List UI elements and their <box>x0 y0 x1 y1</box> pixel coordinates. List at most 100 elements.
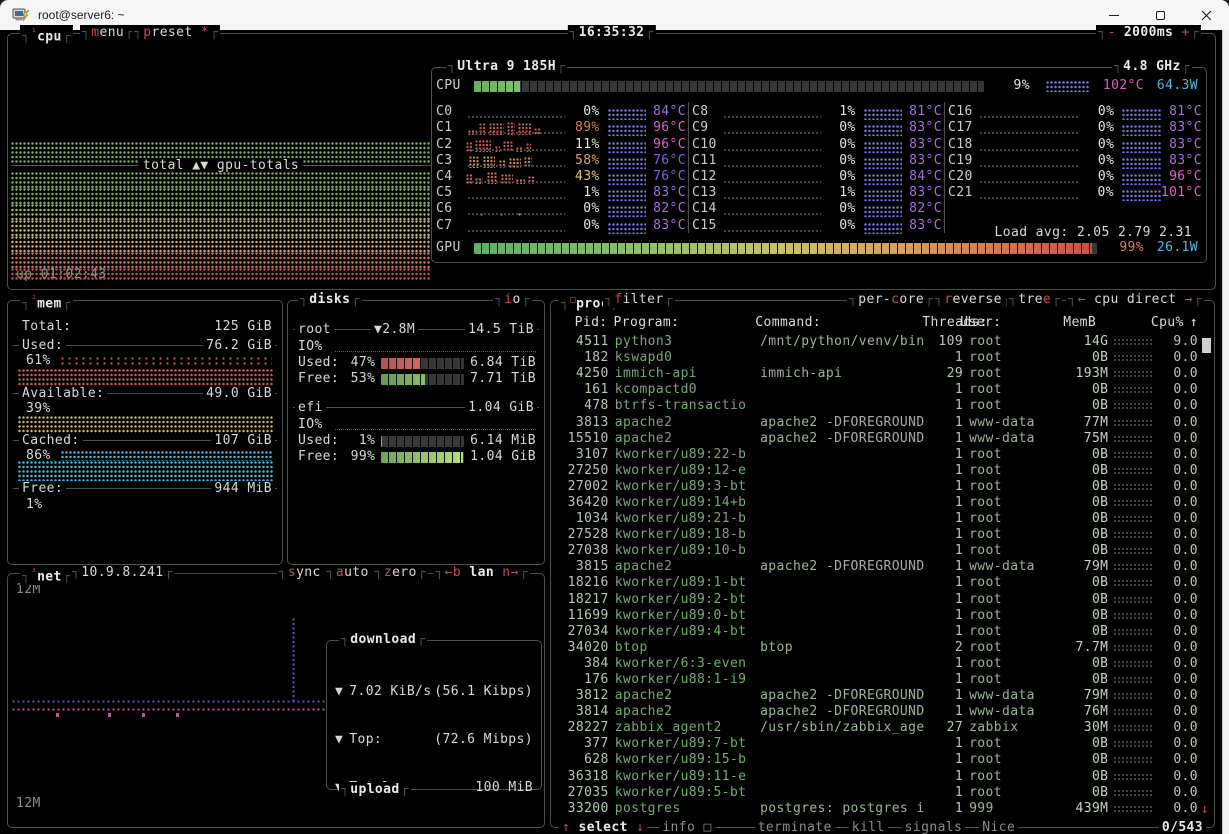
process-row[interactable]: 3812apache2apache2 -DFOREGROUND1www-data… <box>555 688 1198 704</box>
net-panel-title[interactable]: ³net <box>20 565 73 585</box>
core-temp: 83°C <box>902 137 942 153</box>
reverse-button[interactable]: reverse <box>933 292 1013 308</box>
process-cpu-pct: 0.0 <box>1158 559 1198 575</box>
process-row[interactable]: 628kworker/u89:15-b1root0B0.0 <box>555 752 1198 768</box>
process-command: apache2 -DFOREGROUND <box>760 415 925 431</box>
process-row[interactable]: 478btrfs-transactio1root0B0.0 <box>555 398 1198 414</box>
process-row[interactable]: 384kworker/6:3-even1root0B0.0 <box>555 656 1198 672</box>
core-usage-pct: 0% <box>823 201 856 217</box>
process-row[interactable]: 36420kworker/u89:14+b1root0B0.0 <box>555 495 1198 511</box>
process-row[interactable]: 1034kworker/u89:21-b1root0B0.0 <box>555 511 1198 527</box>
process-row[interactable]: 3107kworker/u89:22-b1root0B0.0 <box>555 447 1198 463</box>
core-temp: 83°C <box>902 153 942 169</box>
core-row-c4: C443%76°C <box>436 169 686 185</box>
core-id: C2 <box>436 137 466 153</box>
disk-used-bar <box>381 436 464 447</box>
nice-button[interactable]: Nice <box>979 820 1018 834</box>
process-row[interactable]: 3813apache2apache2 -DFOREGROUND1www-data… <box>555 414 1198 430</box>
cpu-panel-title[interactable]: ¹cpu <box>20 25 73 45</box>
process-mem: 439M <box>1059 801 1109 817</box>
process-mem: 0B <box>1059 479 1109 495</box>
mem-panel-title[interactable]: ²mem <box>20 292 73 312</box>
terminal-scrollbar[interactable] <box>1222 30 1229 834</box>
next-interface-button[interactable]: n→ <box>502 565 518 580</box>
interface-switcher[interactable]: ←b lan n→ <box>433 565 530 581</box>
select-button[interactable]: ↑ select ↓ <box>559 820 647 834</box>
signals-button[interactable]: signals <box>902 820 966 834</box>
sort-column-control[interactable]: ← cpu direct → <box>1066 292 1204 308</box>
process-pid: 33200 <box>561 801 609 817</box>
zero-button[interactable]: zero <box>373 565 428 581</box>
core-load-graph <box>466 188 567 201</box>
process-row[interactable]: 3815apache2apache2 -DFOREGROUND1www-data… <box>555 559 1198 575</box>
proc-scrollbar-thumb[interactable] <box>1202 338 1211 353</box>
info-button[interactable]: info □ <box>659 820 714 834</box>
process-cpu-pct: 0.0 <box>1158 592 1198 608</box>
process-row[interactable]: 36318kworker/u89:11-e1root0B0.0 <box>555 769 1198 785</box>
process-row[interactable]: 27528kworker/u89:18-b1root0B0.0 <box>555 527 1198 543</box>
core-usage-pct: 0% <box>567 218 600 234</box>
prev-interface-button[interactable]: ←b <box>445 565 461 580</box>
process-cpu-pct: 0.0 <box>1158 608 1198 624</box>
process-pid: 27034 <box>561 624 609 640</box>
preset-button[interactable]: preset * <box>132 25 220 41</box>
process-mem-graph <box>1114 483 1152 491</box>
core-id: C6 <box>436 201 466 217</box>
process-row[interactable]: 182kswapd01root0B0.0 <box>555 350 1198 366</box>
process-mem: 77M <box>1059 415 1109 431</box>
process-row[interactable]: 28227zabbix_agent2/usr/sbin/zabbix_age27… <box>555 720 1198 736</box>
process-threads: 1 <box>931 624 963 640</box>
process-row[interactable]: 33200postgrespostgres: postgres i1999439… <box>555 801 1198 817</box>
process-row[interactable]: 4511python3/mnt/python/venv/bin109root14… <box>555 334 1198 350</box>
per-core-button[interactable]: per-core <box>847 292 935 308</box>
update-interval-control: - 2000ms + <box>1096 25 1201 41</box>
process-mem: 0B <box>1059 382 1109 398</box>
core-load-graph <box>722 221 823 234</box>
process-user: 999 <box>969 801 1053 817</box>
process-program: kworker/u89:0-bt <box>615 608 754 624</box>
disk-used-bar <box>381 358 464 369</box>
sort-direction-arrow[interactable]: ↑ <box>1190 315 1198 331</box>
process-row[interactable]: 377kworker/u89:7-bt1root0B0.0 <box>555 736 1198 752</box>
disks-panel-title: disks <box>298 292 362 308</box>
process-row[interactable]: 176kworker/u88:1-i91root0B0.0 <box>555 672 1198 688</box>
process-row[interactable]: 18216kworker/u89:1-bt1root0B0.0 <box>555 575 1198 591</box>
interval-increase-button[interactable]: + <box>1182 25 1190 40</box>
process-mem: 79M <box>1059 688 1109 704</box>
process-mem: 14G <box>1059 334 1109 350</box>
process-mem-graph <box>1114 579 1152 587</box>
process-pid: 27038 <box>561 543 609 559</box>
tree-button[interactable]: tree <box>1007 292 1062 308</box>
process-user: root <box>969 543 1053 559</box>
process-row[interactable]: 4250immich-apiimmich-api29root193M0.0 <box>555 366 1198 382</box>
core-temp-graph <box>1122 190 1161 201</box>
process-row[interactable]: 161kcompactd01root0B0.0 <box>555 382 1198 398</box>
io-mode-button[interactable]: io <box>493 292 532 308</box>
kill-button[interactable]: kill <box>849 820 888 834</box>
process-row[interactable]: 3814apache2apache2 -DFOREGROUND1www-data… <box>555 704 1198 720</box>
process-row[interactable]: 27038kworker/u89:10-b1root0B0.0 <box>555 543 1198 559</box>
process-mem-graph <box>1114 563 1152 571</box>
process-row[interactable]: 27002kworker/u89:3-bt1root0B0.0 <box>555 479 1198 495</box>
process-mem: 0B <box>1059 656 1109 672</box>
cpu-usage-bar <box>474 81 984 92</box>
filter-button[interactable]: filter <box>603 292 675 308</box>
process-mem-graph <box>1114 499 1152 507</box>
terminate-button[interactable]: terminate <box>755 820 835 834</box>
process-row[interactable]: 27034kworker/u89:4-bt1root0B0.0 <box>555 624 1198 640</box>
process-command: apache2 -DFOREGROUND <box>760 704 925 720</box>
process-row[interactable]: 27035kworker/u89:5-bt1root0B0.0 <box>555 785 1198 801</box>
process-row[interactable]: 34020btopbtop2root7.7M0.0 <box>555 640 1198 656</box>
scroll-down-arrow[interactable]: ↓ <box>1201 802 1209 818</box>
menu-button[interactable]: menu <box>80 25 135 41</box>
process-row[interactable]: 11699kworker/u89:0-bt1root0B0.0 <box>555 608 1198 624</box>
process-row[interactable]: 15510apache2apache2 -DFOREGROUND1www-dat… <box>555 431 1198 447</box>
core-temp: 96°C <box>1161 169 1202 185</box>
sort-right-arrow[interactable]: → <box>1185 292 1193 307</box>
interval-decrease-button[interactable]: - <box>1107 25 1115 40</box>
sort-left-arrow[interactable]: ← <box>1078 292 1086 307</box>
process-threads: 1 <box>931 752 963 768</box>
process-mem: 0B <box>1059 769 1109 785</box>
process-row[interactable]: 18217kworker/u89:2-bt1root0B0.0 <box>555 592 1198 608</box>
process-row[interactable]: 27250kworker/u89:12-e1root0B0.0 <box>555 463 1198 479</box>
